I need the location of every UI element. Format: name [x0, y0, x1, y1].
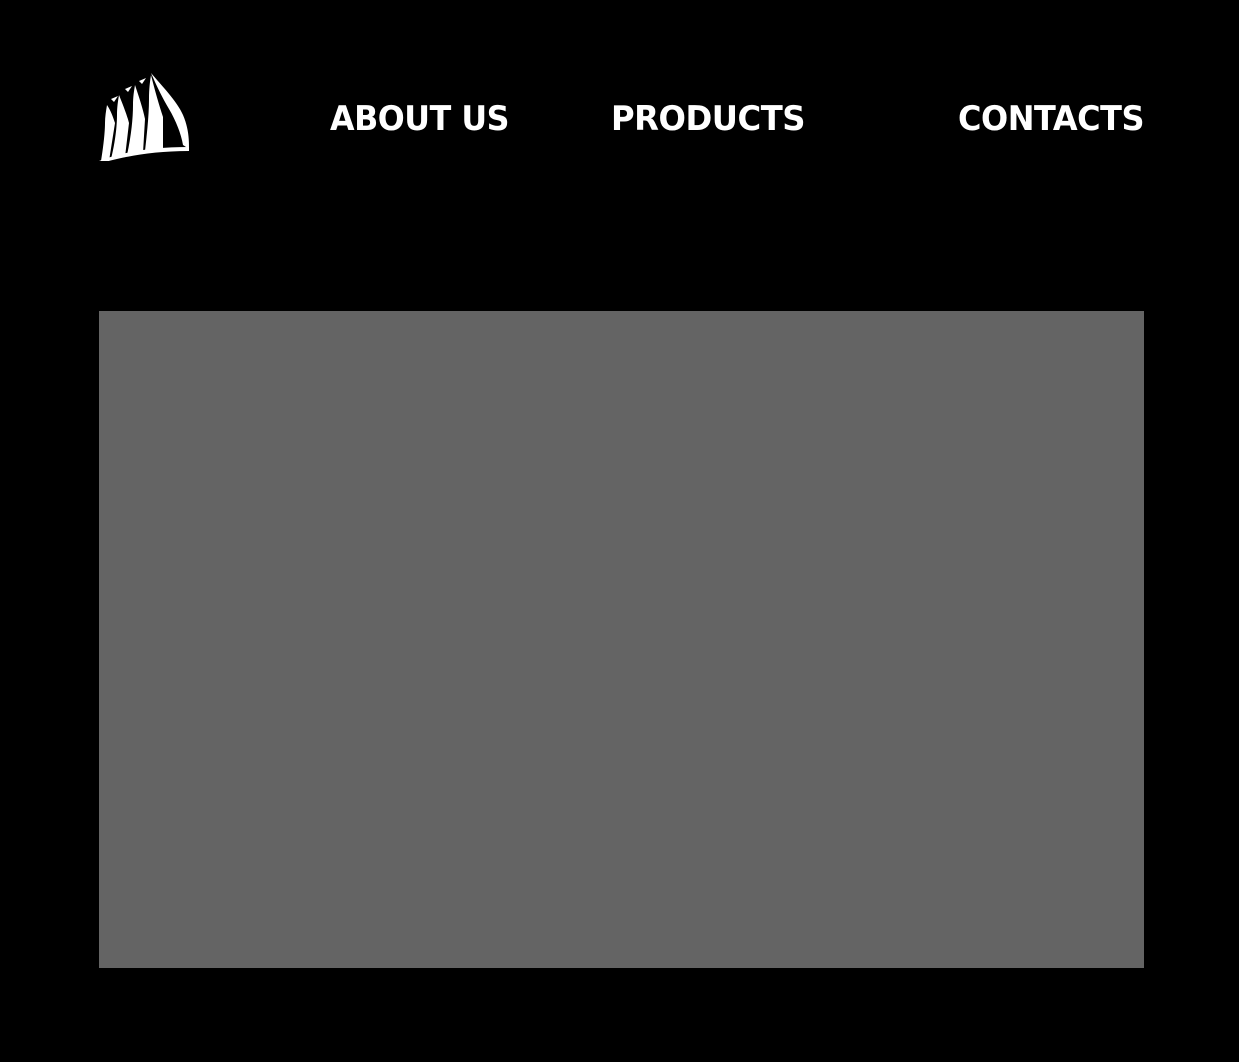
home-logo-link[interactable] [99, 71, 191, 161]
nav-link-products[interactable]: PRODUCTS [611, 96, 805, 142]
nav-link-about-us[interactable]: ABOUT US [330, 96, 509, 142]
hero-image-placeholder [99, 311, 1144, 968]
nav-link-contacts[interactable]: CONTACTS [958, 96, 1144, 142]
sail-ship-logo-icon [99, 71, 191, 161]
